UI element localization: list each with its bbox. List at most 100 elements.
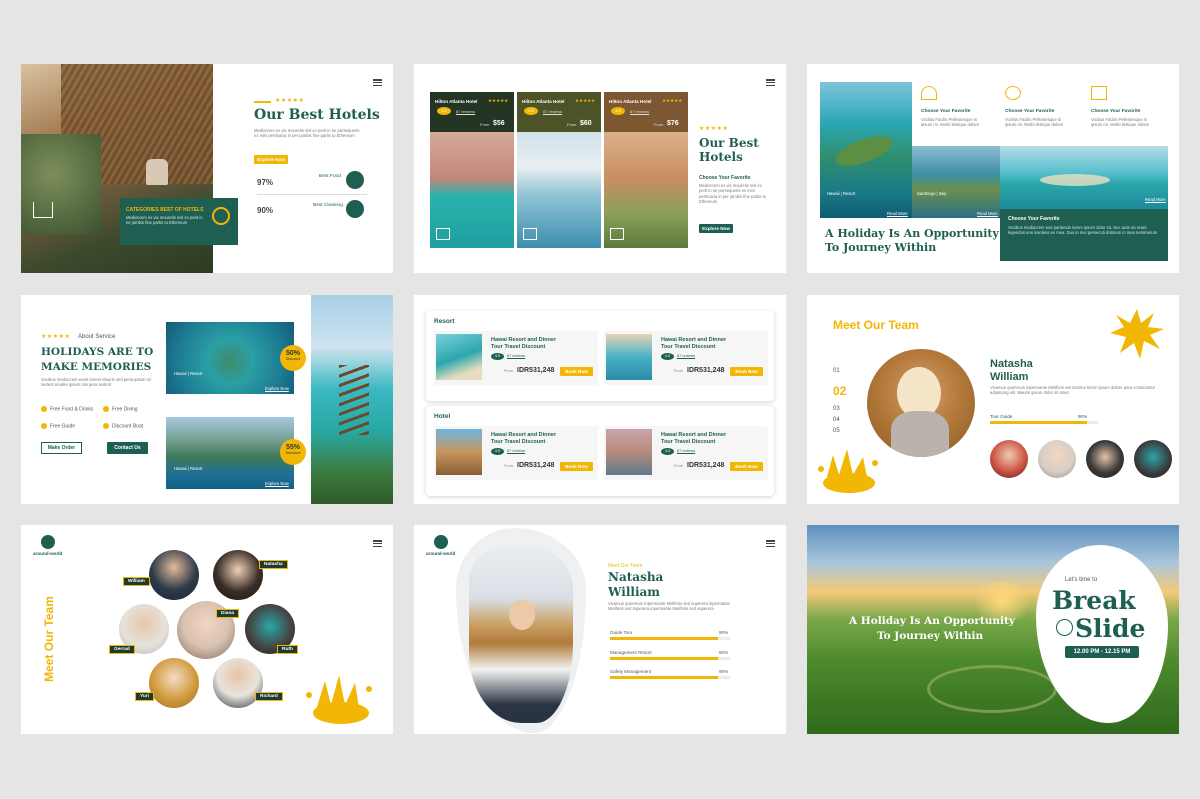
reviews-link[interactable]: 87 reviews	[677, 354, 695, 358]
price-from: From	[567, 122, 577, 127]
island-photo-3	[1000, 146, 1168, 209]
read-more-link[interactable]: Read More	[887, 211, 908, 216]
read-more-link[interactable]: Read More	[1145, 197, 1166, 202]
member-photo-natasha[interactable]	[213, 550, 263, 600]
item-title-line2: Tour Travel Discount	[661, 344, 716, 350]
profile-photo	[867, 349, 975, 457]
menu-icon[interactable]	[766, 540, 775, 548]
menu-icon[interactable]	[373, 540, 382, 548]
item-title-line1: Hawai Resort and Dinner	[661, 432, 727, 438]
reviews-link[interactable]: 87 reviews	[543, 109, 562, 114]
food-icon	[346, 171, 364, 189]
number-02[interactable]: 02	[833, 384, 846, 398]
explore-button[interactable]: Explore Now	[699, 224, 733, 233]
reviews-link[interactable]: 87 reviews	[507, 449, 525, 453]
stat1-label: Best Food	[319, 174, 341, 179]
book-now-button[interactable]: Book Now	[730, 462, 763, 471]
slide-natasha-profile[interactable]: around-world Meet Our Team Natasha Willi…	[414, 525, 786, 734]
list-item[interactable]: Hawai Resort and Dinner Tour Travel Disc…	[604, 426, 768, 480]
team-avatar-4[interactable]	[1134, 440, 1172, 478]
list-item[interactable]: Hawai Resort and Dinner Tour Travel Disc…	[434, 331, 598, 385]
price-value: $56	[493, 120, 505, 127]
name-line-2: William	[608, 585, 660, 599]
skill-bar	[990, 421, 1098, 424]
slide-meet-our-team-grid[interactable]: around-world Meet Our Team William Natas…	[21, 525, 393, 734]
skill-bar-fill	[990, 421, 1088, 424]
number-01[interactable]: 01	[833, 368, 840, 374]
stat1-value: 97%	[257, 178, 274, 187]
price-from: From	[504, 464, 513, 468]
book-now-button[interactable]: Book Now	[730, 367, 763, 376]
place-label-2: SanDiego | Italy	[917, 191, 947, 196]
title-line-2: MAKE MEMORIES	[41, 361, 152, 373]
book-now-button[interactable]: Book Now	[560, 367, 593, 376]
umbrella-icon	[921, 86, 937, 100]
number-03[interactable]: 03	[833, 406, 840, 412]
hotel-card-3[interactable]: Hilton Atlanta Hotel ★★★★★ 4.5 87 review…	[604, 92, 688, 248]
hotel-card-2[interactable]: Hilton Atlanta Hotel ★★★★★ 4.5 87 review…	[517, 92, 601, 248]
feature-body-3: Voclius Facilis Pellentesque in ipsum mi…	[1091, 117, 1150, 128]
check-label: Free Guide	[50, 423, 76, 430]
team-avatar-3[interactable]	[1086, 440, 1124, 478]
stars-rating: ★★★★★	[662, 98, 683, 103]
rating-badge: 4.5	[661, 448, 674, 455]
reviews-link[interactable]: 87 reviews	[630, 109, 649, 114]
reviews-link[interactable]: 87 reviews	[456, 109, 475, 114]
place-label-2: Hawaii | Resort	[174, 466, 203, 471]
stars-rating: ★★★★★	[575, 98, 596, 103]
logo-icon	[434, 535, 448, 549]
check-label: Discount Boat	[112, 423, 144, 430]
reviews-link[interactable]: 87 reviews	[507, 354, 525, 358]
box-title: Choose Your Favorite	[1008, 216, 1060, 222]
section-title-hotel: Hotel	[434, 413, 451, 420]
slide-title-vertical: Meet Our Team	[42, 596, 56, 682]
paint-splash-top	[1108, 303, 1166, 365]
discount-label: Discount	[285, 451, 301, 455]
slide-resort-hotel-list[interactable]: Resort Hotel Hawai Resort and Dinner Tou…	[414, 295, 786, 504]
make-order-button[interactable]: Make Order	[41, 442, 82, 454]
resort-photo-1	[166, 322, 294, 394]
menu-icon[interactable]	[373, 79, 382, 87]
slide-our-best-hotels[interactable]: CATEGORIES BEST OF HOTELS Mediocrem ex v…	[21, 64, 393, 273]
member-photo-william[interactable]	[149, 550, 199, 600]
slide-title: Meet Our Team	[833, 318, 919, 332]
explore-link-2[interactable]: Explore Now	[265, 481, 289, 486]
rating-badge: 4.5	[661, 353, 674, 360]
reviews-link[interactable]: 87 reviews	[677, 449, 695, 453]
slide-holiday-opportunity[interactable]: Hawaii | Resort Read More SanDiego | Ita…	[807, 64, 1179, 273]
skill-label-3: Safety Management	[610, 669, 652, 674]
number-04[interactable]: 04	[833, 417, 840, 423]
rating-badge: 4.5	[491, 448, 504, 455]
number-05[interactable]: 05	[833, 428, 840, 434]
price-value: IDR531,248	[517, 367, 555, 374]
hotel-name: Hilton Atlanta Hotel	[609, 99, 652, 104]
slide-break[interactable]: A Holiday Is An Opportunity To Journey W…	[807, 525, 1179, 734]
read-more-link[interactable]: Read More	[977, 211, 998, 216]
logo-text: around-world	[33, 551, 63, 556]
stars-rating: ★★★★★	[275, 98, 305, 104]
resort-photo-2	[166, 417, 294, 489]
stat2-label: Best Cleaning	[313, 203, 343, 208]
contact-us-button[interactable]: Contact Us	[107, 442, 148, 454]
explore-button[interactable]: Explore Now	[254, 155, 288, 164]
skill-percent: 90%	[1078, 414, 1088, 419]
skill-label-2: Management Resort	[610, 650, 652, 655]
team-avatar-2[interactable]	[1038, 440, 1076, 478]
explore-link-1[interactable]: Explore Now	[265, 386, 289, 391]
slide-hotel-cards[interactable]: Hilton Atlanta Hotel ★★★★★ 4.5 87 review…	[414, 64, 786, 273]
stars-rating: ★★★★★	[41, 334, 71, 340]
list-item[interactable]: Hawai Resort and Dinner Tour Travel Disc…	[434, 426, 598, 480]
feature-title-2: Choose Your Favorite	[1005, 109, 1055, 114]
book-now-button[interactable]: Book Now	[560, 462, 593, 471]
hotel-icon	[610, 228, 624, 240]
slide-meet-our-team-profile[interactable]: Meet Our Team 01 02 03 04 05 Natasha Wil…	[807, 295, 1179, 504]
categories-body: Mediocrem ex vix mouretis nisl ex perit …	[126, 215, 203, 226]
team-avatar-1[interactable]	[990, 440, 1028, 478]
about-label: About Service	[78, 334, 116, 340]
check-icon	[103, 423, 109, 429]
hotel-card-1[interactable]: Hilton Atlanta Hotel ★★★★★ 4.5 87 review…	[430, 92, 514, 248]
slide-holidays-memories[interactable]: ★★★★★ About Service HOLIDAYS ARE TO MAKE…	[21, 295, 393, 504]
list-item[interactable]: Hawai Resort and Dinner Tour Travel Disc…	[604, 331, 768, 385]
member-photo-yuri[interactable]	[149, 658, 199, 708]
menu-icon[interactable]	[766, 79, 775, 87]
